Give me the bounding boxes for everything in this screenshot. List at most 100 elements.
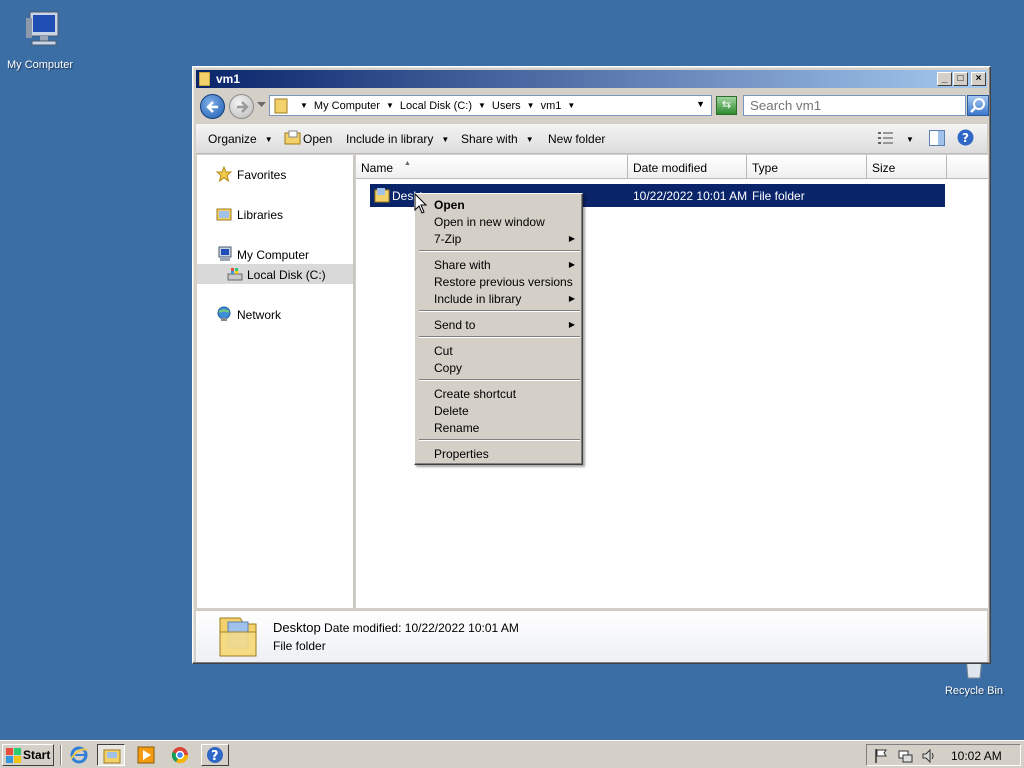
forward-arrow-icon	[237, 101, 249, 113]
media-player-icon[interactable]	[137, 746, 155, 764]
chevron-down-icon[interactable]: ▼	[906, 135, 914, 144]
context-menu: Open Open in new window 7-Zip ▶ Share wit…	[414, 193, 583, 465]
menu-separator	[419, 310, 580, 312]
navigation-pane: Favorites Libraries My Computer Local Di…	[197, 155, 355, 608]
column-header-date-modified[interactable]: Date modified	[628, 155, 747, 179]
internet-explorer-icon[interactable]	[70, 746, 88, 764]
chevron-down-icon[interactable]: ▼	[386, 101, 394, 110]
breadcrumb-users[interactable]: Users	[492, 100, 521, 112]
forward-button[interactable]	[229, 94, 254, 119]
minimize-button[interactable]: _	[937, 72, 952, 86]
menu-item-rename[interactable]: Rename	[417, 419, 582, 436]
open-button[interactable]: Open	[303, 132, 332, 146]
start-button[interactable]: Start	[2, 744, 54, 766]
details-pane: Desktop Date modified: 10/22/2022 10:01 …	[196, 610, 987, 662]
new-folder-button[interactable]: New folder	[548, 132, 605, 146]
start-label: Start	[23, 748, 51, 762]
column-header-type[interactable]: Type	[747, 155, 867, 179]
address-history-dropdown-icon[interactable]: ▼	[696, 99, 705, 109]
mouse-cursor-icon	[414, 193, 428, 214]
chevron-down-icon: ▼	[525, 135, 534, 144]
clock[interactable]: 10:02 AM	[951, 749, 1002, 763]
preview-pane-icon[interactable]	[929, 130, 945, 146]
address-bar[interactable]: ▼ My Computer ▼ Local Disk (C:) ▼ Users …	[269, 95, 712, 116]
help-icon[interactable]: ?	[957, 129, 974, 146]
nav-item-my-computer[interactable]: My Computer	[197, 244, 353, 264]
menu-separator	[419, 439, 580, 441]
recent-pages-dropdown-icon[interactable]	[257, 102, 266, 108]
title-bar[interactable]: vm1 _ □ ×	[196, 70, 987, 88]
menu-item-share-with[interactable]: Share with ▶	[417, 256, 582, 273]
back-button[interactable]	[200, 94, 225, 119]
menu-item-label: Share with	[434, 258, 491, 272]
menu-item-include-in-library[interactable]: Include in library ▶	[417, 290, 582, 307]
help-taskbar-button[interactable]: ?	[201, 744, 229, 766]
nav-item-libraries[interactable]: Libraries	[197, 204, 353, 224]
menu-item-delete[interactable]: Delete	[417, 402, 582, 419]
menu-separator	[419, 250, 580, 252]
folder-icon	[274, 98, 288, 113]
menu-item-cut[interactable]: Cut	[417, 342, 582, 359]
chevron-down-icon: ▼	[441, 135, 450, 144]
chevron-down-icon[interactable]: ▼	[478, 101, 486, 110]
include-in-library-label: Include in library	[346, 132, 434, 146]
menu-item-label: Open	[434, 198, 465, 212]
my-computer-desktop-icon[interactable]: My Computer	[0, 8, 80, 71]
menu-item-label: Copy	[434, 361, 463, 375]
menu-item-create-shortcut[interactable]: Create shortcut	[417, 385, 582, 402]
organize-menu[interactable]: Organize ▼	[208, 132, 273, 146]
open-folder-icon	[284, 130, 301, 145]
menu-item-open-in-new-window[interactable]: Open in new window	[417, 213, 582, 230]
nav-item-network[interactable]: Network	[197, 304, 353, 324]
volume-icon[interactable]	[921, 748, 937, 764]
menu-item-label: Send to	[434, 318, 476, 332]
menu-item-7-zip[interactable]: 7-Zip ▶	[417, 230, 582, 247]
folder-icon	[103, 749, 121, 764]
menu-item-properties[interactable]: Properties	[417, 445, 582, 462]
view-options-icon[interactable]	[878, 131, 894, 145]
menu-item-label: Rename	[434, 421, 480, 435]
nav-item-favorites[interactable]: Favorites	[197, 164, 353, 184]
organize-label: Organize	[208, 132, 257, 146]
open-label: Open	[303, 132, 333, 146]
chevron-down-icon: ▼	[264, 135, 273, 144]
share-with-menu[interactable]: Share with ▼	[461, 132, 534, 146]
search-button[interactable]	[967, 95, 989, 116]
drive-icon	[227, 268, 243, 281]
chevron-down-icon[interactable]: ▼	[527, 101, 535, 110]
menu-item-open[interactable]: Open	[417, 196, 582, 213]
my-computer-desktop-label: My Computer	[6, 59, 74, 71]
details-date-value: 10/22/2022 10:01 AM	[404, 621, 519, 635]
menu-separator	[419, 336, 580, 338]
chevron-down-icon[interactable]: ▼	[300, 101, 308, 110]
chrome-icon[interactable]	[171, 746, 189, 764]
close-button[interactable]: ×	[971, 72, 986, 86]
column-header-label: Type	[752, 161, 779, 175]
column-header-name[interactable]: Name ▲	[356, 155, 628, 179]
nav-item-local-disk[interactable]: Local Disk (C:)	[197, 264, 353, 284]
chevron-down-icon[interactable]: ▼	[567, 101, 575, 110]
nav-item-label: Network	[237, 308, 282, 322]
windows-logo-icon	[6, 748, 21, 763]
nav-item-label: Favorites	[237, 168, 287, 182]
svg-text:?: ?	[962, 131, 969, 145]
action-center-flag-icon[interactable]	[873, 748, 889, 764]
explorer-taskbar-button[interactable]	[97, 744, 125, 766]
maximize-button[interactable]: □	[953, 72, 968, 86]
menu-item-send-to[interactable]: Send to ▶	[417, 316, 582, 333]
breadcrumb-vm1[interactable]: vm1	[541, 100, 562, 112]
search-input[interactable]	[743, 95, 966, 116]
column-header-size[interactable]: Size	[867, 155, 947, 179]
menu-item-copy[interactable]: Copy	[417, 359, 582, 376]
refresh-button[interactable]: ⇆	[716, 96, 737, 115]
network-tray-icon[interactable]	[897, 748, 913, 764]
breadcrumb-my-computer[interactable]: My Computer	[314, 100, 380, 112]
breadcrumb-local-disk[interactable]: Local Disk (C:)	[400, 100, 472, 112]
menu-item-restore-previous-versions[interactable]: Restore previous versions	[417, 273, 582, 290]
include-in-library-menu[interactable]: Include in library ▼	[346, 132, 449, 146]
menu-item-label: Cut	[434, 344, 453, 358]
file-date-modified: 10/22/2022 10:01 AM	[633, 189, 748, 203]
network-icon	[217, 306, 231, 321]
submenu-arrow-icon: ▶	[568, 234, 575, 243]
star-icon	[216, 166, 232, 182]
